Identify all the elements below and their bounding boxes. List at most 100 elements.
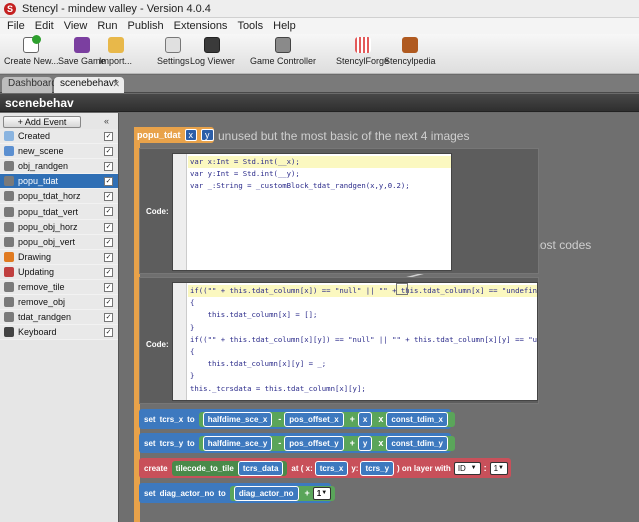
enabled-checkbox[interactable]: ✓ <box>104 282 113 292</box>
stencylpedia-button[interactable]: Stencylpedia <box>384 37 436 66</box>
sidebar-item[interactable]: popu_obj_horz ✓ <box>0 219 118 235</box>
enabled-checkbox[interactable]: ✓ <box>104 298 113 308</box>
sidebar-item[interactable]: new_scene ✓ <box>0 144 118 160</box>
math-block[interactable]: halfdime_sce_y - pos_offset_y + y x cons… <box>198 435 455 451</box>
event-sidebar: + Add Event « Created ✓ new_scene ✓ obj_rand… <box>0 113 119 522</box>
sidebar-item[interactable]: popu_obj_vert ✓ <box>0 234 118 250</box>
sidebar-item[interactable]: Keyboard ✓ <box>0 325 118 341</box>
log-viewer-label: Log Viewer <box>190 56 235 66</box>
at-keyword: at ( x: <box>291 463 313 473</box>
code-block-1[interactable]: Code: var x:Int = Std.int(__x); var y:Int… <box>139 148 539 274</box>
behavior-canvas[interactable]: popu_tdat x y unused but the most basic … <box>119 113 639 522</box>
sidebar-item-label: Keyboard <box>18 327 57 338</box>
enabled-checkbox[interactable]: ✓ <box>104 267 113 277</box>
menu-file[interactable]: File <box>7 20 25 32</box>
import-button[interactable]: Import... <box>99 37 132 66</box>
enabled-checkbox[interactable]: ✓ <box>104 207 113 217</box>
sidebar-item[interactable]: Updating ✓ <box>0 264 118 280</box>
chevron-down-icon: ▼ <box>470 465 477 471</box>
stencylforge-label: StencylForge <box>336 56 390 66</box>
menu-publish[interactable]: Publish <box>128 20 164 32</box>
stencylpedia-label: Stencylpedia <box>384 56 436 66</box>
set-tcrs-y-block[interactable]: set tcrs_y to halfdime_sce_y - pos_offse… <box>139 433 455 453</box>
param-y[interactable]: y <box>201 129 214 141</box>
code-line: this._tcrsdata = this.tdat_column[x][y]; <box>190 383 366 393</box>
layer-mode-dropdown[interactable]: ID ▼ <box>453 461 481 475</box>
sidebar-item[interactable]: popu_tdat_horz ✓ <box>0 189 118 205</box>
getter-tcrs-y[interactable]: tcrs_y <box>360 460 395 476</box>
menu-run[interactable]: Run <box>97 20 117 32</box>
enabled-checkbox[interactable]: ✓ <box>104 132 113 141</box>
game-controller-button[interactable]: Game Controller <box>250 37 316 66</box>
getter-halfdime-sce-x[interactable]: halfdime_sce_x <box>202 411 273 427</box>
getter-const-tdim-y[interactable]: const_tdim_y <box>386 435 448 451</box>
enabled-checkbox[interactable]: ✓ <box>104 328 113 338</box>
log-viewer-button[interactable]: Log Viewer <box>190 37 235 66</box>
create-new-button[interactable]: Create New... <box>4 35 59 66</box>
close-tab-icon[interactable]: ✕ <box>112 79 120 90</box>
tab-dashboard[interactable]: Dashboard <box>2 77 57 93</box>
code-icon <box>4 206 14 217</box>
code-editor-1[interactable]: var x:Int = Std.int(__x); var y:Int = Std… <box>172 153 452 271</box>
enabled-checkbox[interactable]: ✓ <box>104 162 113 172</box>
enabled-checkbox[interactable]: ✓ <box>104 192 113 202</box>
getter-tcrs-x[interactable]: tcrs_x <box>314 460 349 476</box>
add-event-button[interactable]: + Add Event <box>3 116 81 128</box>
annotation-top: unused but the most basic of the next 4 … <box>218 129 470 143</box>
enabled-checkbox[interactable]: ✓ <box>104 222 113 232</box>
custom-block-name: tilecode_to_tile <box>175 463 234 473</box>
tab-dashboard-label: Dashboard <box>8 78 57 89</box>
settings-label: Settings <box>157 56 190 66</box>
math-block[interactable]: diag_actor_no + 1 ▼ <box>229 485 335 501</box>
set-diag-actor-block[interactable]: set diag_actor_no to diag_actor_no + 1 ▼ <box>139 483 335 503</box>
code-editor-2[interactable]: if(("" + this.tdat_column[x]) == "null" … <box>172 282 538 401</box>
enabled-checkbox[interactable]: ✓ <box>104 177 113 187</box>
stencylpedia-icon <box>401 37 418 53</box>
getter-x[interactable]: x <box>357 411 373 427</box>
getter-diag-actor-no[interactable]: diag_actor_no <box>233 485 299 501</box>
getter-halfdime-sce-y[interactable]: halfdime_sce_y <box>202 435 273 451</box>
sidebar-item[interactable]: Created ✓ <box>0 129 118 145</box>
tab-bar: Dashboard scenebehav* ✕ <box>0 75 639 93</box>
getter-pos-offset-x[interactable]: pos_offset_x <box>284 411 344 427</box>
code-block-2[interactable]: Code: if(("" + this.tdat_column[x]) == "… <box>139 277 539 404</box>
create-keyword: create <box>144 463 168 473</box>
enabled-checkbox[interactable]: ✓ <box>104 147 113 157</box>
create-tile-block[interactable]: create tilecode_to_tile tcrs_data at ( x… <box>139 458 511 478</box>
enabled-checkbox[interactable]: ✓ <box>104 237 113 247</box>
menu-edit[interactable]: Edit <box>35 20 54 32</box>
menu-help[interactable]: Help <box>273 20 296 32</box>
sidebar-item[interactable]: tdat_randgen ✓ <box>0 310 118 326</box>
tab-scenebehav[interactable]: scenebehav* ✕ <box>54 77 124 93</box>
sidebar-item[interactable]: remove_tile ✓ <box>0 279 118 296</box>
sidebar-item[interactable]: Drawing ✓ <box>0 249 118 265</box>
settings-button[interactable]: Settings <box>157 37 190 66</box>
getter-y[interactable]: y <box>357 435 373 451</box>
collapse-icon[interactable]: « <box>104 116 109 126</box>
or-highlight-box <box>396 283 408 295</box>
set-tcrs-x-block[interactable]: set tcrs_x to halfdime_sce_x - pos_offse… <box>139 409 455 429</box>
getter-pos-offset-y[interactable]: pos_offset_y <box>284 435 344 451</box>
menu-tools[interactable]: Tools <box>237 20 263 32</box>
line-gutter-2 <box>173 283 187 400</box>
event-header-block[interactable]: popu_tdat x y <box>134 127 214 143</box>
param-x[interactable]: x <box>184 129 197 141</box>
custom-block[interactable]: tilecode_to_tile tcrs_data <box>171 460 288 476</box>
sidebar-item[interactable]: popu_tdat ✓ <box>0 174 118 190</box>
enabled-checkbox[interactable]: ✓ <box>104 313 113 323</box>
save-icon <box>73 37 90 53</box>
sidebar-item-label: remove_obj <box>18 297 66 308</box>
sidebar-item[interactable]: obj_randgen ✓ <box>0 159 118 175</box>
stencylforge-button[interactable]: StencylForge <box>336 37 389 66</box>
number-input[interactable]: 1 ▼ <box>312 486 331 500</box>
getter-const-tdim-x[interactable]: const_tdim_x <box>386 411 448 427</box>
getter-tcrs-data[interactable]: tcrs_data <box>237 460 284 476</box>
layer-value-dropdown[interactable]: 1 ▼ <box>489 461 508 475</box>
sidebar-item[interactable]: remove_obj ✓ <box>0 295 118 311</box>
menu-view[interactable]: View <box>64 20 88 32</box>
menu-extensions[interactable]: Extensions <box>174 20 228 32</box>
math-block[interactable]: halfdime_sce_x - pos_offset_x + x x cons… <box>198 411 455 427</box>
sidebar-item[interactable]: popu_tdat_vert ✓ <box>0 204 118 220</box>
code-icon <box>4 176 14 187</box>
enabled-checkbox[interactable]: ✓ <box>104 252 113 262</box>
